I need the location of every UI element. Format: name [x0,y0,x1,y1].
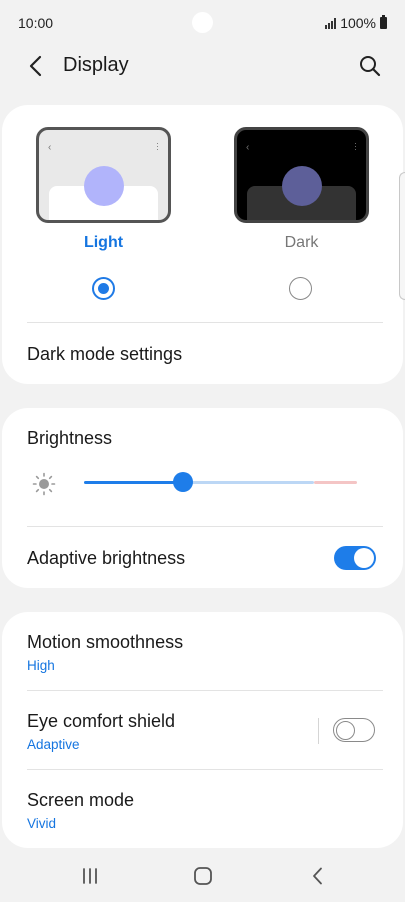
recent-apps-icon [83,868,97,884]
screen-mode-value: Vivid [27,816,57,831]
motion-smoothness-title: Motion smoothness [27,632,184,652]
app-bar: Display [0,44,405,88]
navigation-bar [0,850,405,902]
back-icon [313,867,322,885]
home-icon [194,867,212,885]
chevron-left-icon: ‹ [48,142,52,153]
recent-apps-button[interactable] [75,864,105,888]
page-title: Display [63,54,129,76]
brightness-slider-high-zone [314,481,357,484]
screen-mode-title: Screen mode [27,790,135,810]
brightness-slider-track[interactable] [184,481,314,484]
divider [27,769,383,770]
adaptive-brightness-label[interactable]: Adaptive brightness [27,548,185,569]
motion-smoothness-value: High [27,658,55,673]
light-mode-radio[interactable] [92,277,115,300]
search-icon [360,56,381,77]
dark-mode-preview[interactable]: ‹ · · · [234,127,369,223]
eye-comfort-shield-value: Adaptive [27,737,80,752]
dark-mode-settings-item[interactable]: Dark mode settings [27,344,182,365]
preview-circle [282,166,322,206]
search-button[interactable] [357,53,383,79]
dark-mode-radio[interactable] [289,277,312,300]
edge-panel-handle[interactable] [399,172,405,300]
brightness-title: Brightness [27,428,113,448]
preview-circle [84,166,124,206]
eye-comfort-shield-toggle[interactable] [333,718,375,742]
status-indicators: 100% [325,15,387,31]
divider [27,322,383,323]
back-nav-button[interactable] [302,864,332,888]
vertical-separator [318,718,319,744]
signal-icon [325,17,337,29]
dark-mode-label: Dark [284,234,319,251]
home-button[interactable] [188,864,218,888]
divider [27,690,383,691]
brightness-card: Brightness Adaptive brightness [2,408,403,588]
chevron-left-icon: ‹ [246,142,250,153]
divider [27,526,383,527]
display-settings-card: Motion smoothness High Eye comfort shiel… [2,612,403,848]
battery-percent: 100% [340,15,376,31]
sun-icon [32,472,56,496]
chevron-left-icon [29,55,42,77]
theme-card: ‹ · · · ‹ · · · Light Dark Dark mode setting… [2,105,403,384]
more-vert-icon: · · · [156,138,159,154]
light-mode-preview[interactable]: ‹ · · · [36,127,171,223]
more-vert-icon: · · · [354,138,357,154]
status-time: 10:00 [18,15,54,31]
back-button[interactable] [22,53,48,79]
camera-cutout [192,12,213,33]
battery-icon [380,15,387,29]
brightness-slider-thumb[interactable] [173,472,193,492]
eye-comfort-shield-title: Eye comfort shield [27,711,176,731]
brightness-slider-fill [84,481,184,484]
adaptive-brightness-toggle[interactable] [334,546,376,570]
status-bar: 10:00 100% [0,0,405,46]
light-mode-label: Light [83,234,124,251]
